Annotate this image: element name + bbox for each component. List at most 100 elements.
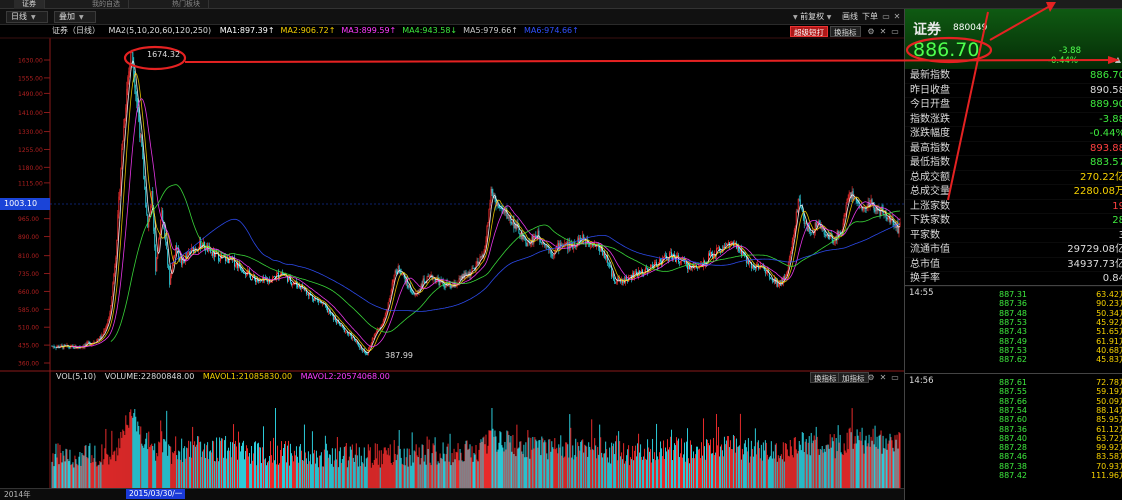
volume-bar xyxy=(135,416,137,488)
adjust-dropdown[interactable]: ▼ 前复权 ▼ xyxy=(791,11,833,23)
time-axis[interactable]: 2014年 2015/03/30/一 xyxy=(0,488,904,500)
candle-body xyxy=(176,245,178,250)
candle-body xyxy=(85,344,87,345)
stat-label: 最低指数 xyxy=(910,157,950,168)
overlay-dropdown[interactable]: 叠加 ▼ xyxy=(54,11,96,23)
volume-bar xyxy=(563,457,565,488)
volume-bar xyxy=(622,459,624,488)
restore-icon[interactable]: ▭ xyxy=(890,372,900,383)
candle-body xyxy=(119,190,121,197)
vol-add-indicator-button[interactable]: 加指标 xyxy=(838,372,869,383)
volume-bar xyxy=(350,449,352,488)
volume-bar xyxy=(549,439,551,488)
volume-bar xyxy=(297,462,299,488)
tick-volume: 99.92万 xyxy=(1096,443,1122,453)
close-icon[interactable]: ✕ xyxy=(878,26,888,37)
switch-indicator-button[interactable]: 换指标 xyxy=(830,26,861,37)
stat-row: 总成交额 270.22亿 xyxy=(905,171,1122,185)
window-icon[interactable]: ▭ xyxy=(881,11,891,22)
period-dropdown[interactable]: 日线 ▼ xyxy=(6,11,48,23)
tick-price: 887.36 xyxy=(999,299,1027,309)
volume-bar xyxy=(188,440,190,488)
quote-name: 证券 xyxy=(913,22,941,38)
price-tick-label: 1115.00 xyxy=(18,180,43,187)
gear-icon[interactable]: ⚙ xyxy=(866,372,876,383)
volume-bar xyxy=(265,458,266,488)
volume-bar xyxy=(503,451,505,488)
tick-price: 887.53 xyxy=(999,345,1027,355)
kline-chart[interactable]: 1630.00 1555.00 1490.00 1410.00 1330.00 1255.… xyxy=(0,25,904,488)
volume-bar xyxy=(495,436,497,488)
draw-tools-button[interactable]: 画线 xyxy=(840,11,860,23)
vol-switch-indicator-button[interactable]: 换指标 xyxy=(810,372,841,383)
volume-bar xyxy=(864,440,866,488)
volume-bar xyxy=(180,459,182,488)
triangle-up-icon[interactable]: ▲ xyxy=(1115,55,1121,64)
restore-icon[interactable]: ▭ xyxy=(890,26,900,37)
candle-body xyxy=(103,330,105,335)
volume-bar xyxy=(104,448,106,488)
tab-hot-sectors[interactable]: 热门板块 xyxy=(164,0,209,9)
quote-stats: 最新指数 886.70 昨日收盘 890.58 今日开盘 889.90 指数涨跌 -3.88 涨… xyxy=(905,69,1122,287)
candle-body xyxy=(796,211,798,213)
volume-bar xyxy=(404,465,406,488)
volume-bar xyxy=(356,455,358,488)
volume-bar xyxy=(227,450,229,488)
mavol2-value: MAVOL2:20574068.00 xyxy=(300,372,390,381)
volume-bar xyxy=(146,432,148,488)
volume-bar xyxy=(139,434,141,488)
volume-bar xyxy=(484,444,486,488)
volume-bar xyxy=(129,412,131,488)
super-short-button[interactable]: 超级短打 xyxy=(790,26,828,37)
tab-watchlist[interactable]: 我的自选 xyxy=(84,0,129,9)
volume-bar xyxy=(615,441,617,488)
volume-bar xyxy=(831,437,833,488)
candle-body xyxy=(167,249,169,265)
candle-body xyxy=(270,282,271,283)
vol-params: VOL(5,10) xyxy=(56,372,97,381)
volume-bar xyxy=(553,448,555,488)
volume-bar xyxy=(304,452,306,488)
gear-icon[interactable]: ⚙ xyxy=(866,26,876,37)
candle-body xyxy=(187,252,189,257)
candle-body xyxy=(274,276,275,278)
volume-bar xyxy=(866,446,868,488)
volume-bar xyxy=(407,466,409,488)
volume-bar xyxy=(819,448,821,488)
candle-body xyxy=(646,267,648,269)
candle-body xyxy=(127,77,129,89)
stat-row: 流通市值 29729.08亿 xyxy=(905,243,1122,258)
volume-bar xyxy=(888,440,890,488)
volume-bar xyxy=(822,452,824,488)
candle-body xyxy=(165,236,167,242)
volume-bar xyxy=(821,446,823,488)
volume-bar xyxy=(299,444,301,488)
volume-bar xyxy=(101,444,103,488)
volume-bar xyxy=(274,460,275,488)
volume-bar xyxy=(858,440,860,488)
candle-body xyxy=(480,256,482,258)
volume-bar xyxy=(380,450,382,488)
volume-bar xyxy=(209,451,211,488)
volume-bar xyxy=(148,431,150,488)
volume-bar xyxy=(417,457,419,488)
candlesticks xyxy=(51,49,901,356)
volume-bar xyxy=(439,453,441,488)
tick-row: 887.55 59.19万 xyxy=(905,387,1122,396)
price-tick-label: 435.00 xyxy=(18,343,39,350)
volume-bar xyxy=(78,456,80,488)
volume-bar xyxy=(872,428,874,488)
candle-body xyxy=(797,198,799,213)
volume-bar xyxy=(470,457,472,488)
order-button[interactable]: 下单 xyxy=(860,11,880,23)
close-icon[interactable]: ✕ xyxy=(878,372,888,383)
volume-bar xyxy=(414,451,416,488)
volume-bar xyxy=(73,467,75,488)
volume-bar xyxy=(803,452,805,488)
close-icon[interactable]: ✕ xyxy=(892,11,902,22)
volume-bar xyxy=(848,428,850,488)
candle-body xyxy=(299,286,301,289)
chevron-down-icon: ▼ xyxy=(826,14,832,21)
volume-bar xyxy=(783,461,785,488)
tab-securities[interactable]: 证券 xyxy=(14,0,45,9)
